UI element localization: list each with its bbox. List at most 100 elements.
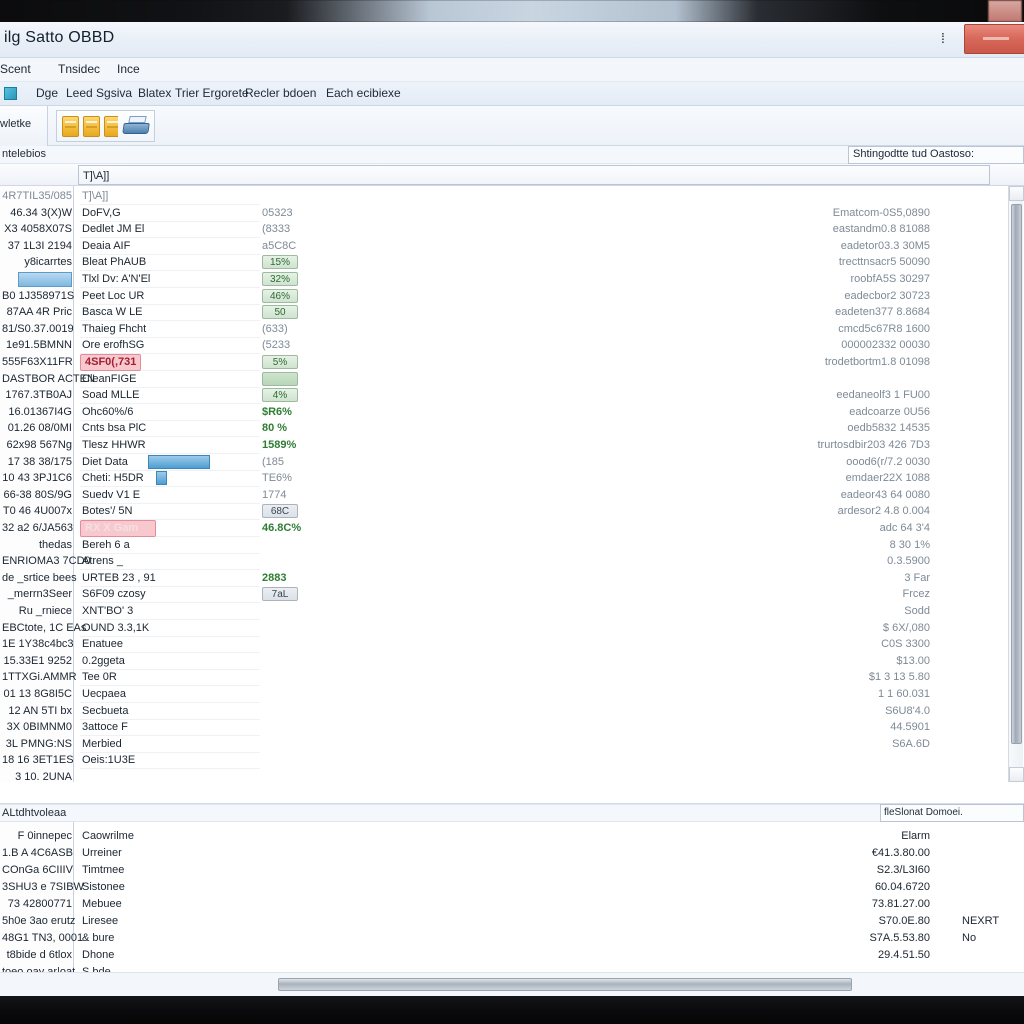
error-highlight-label-2[interactable]: RX X Gam: [80, 520, 156, 537]
table-row-label[interactable]: Uecpaea: [82, 688, 126, 701]
error-highlight-label[interactable]: 4SF0(,731: [80, 354, 142, 371]
table-row-id[interactable]: ENRIOMA3 7CD0: [2, 555, 91, 568]
main-grid-vertical-scrollbar[interactable]: [1008, 186, 1024, 782]
table-row-id[interactable]: 1E 1Y38c4bc3: [2, 638, 74, 651]
scroll-up-arrow-icon[interactable]: [1009, 186, 1024, 201]
table-row-label[interactable]: Cnts bsa PlC: [82, 422, 146, 435]
table-row-label[interactable]: CleanFIGE: [82, 373, 136, 386]
table-row-label[interactable]: OUND 3.3,1K: [82, 622, 149, 635]
bottom-row-id[interactable]: 5h0e 3ao erutz: [2, 915, 75, 928]
table-row-label[interactable]: URTEB 23 , 91: [82, 572, 156, 585]
table-row-label[interactable]: Diet Data: [82, 456, 128, 469]
table-row-id[interactable]: 3X 0BIMNM0: [2, 721, 72, 734]
table-row-id[interactable]: 17 38 38/175: [2, 456, 72, 469]
table-row-label[interactable]: 0.2ggeta: [82, 655, 125, 668]
menu-item-1[interactable]: Tnsidec: [58, 62, 100, 76]
status-badge[interactable]: 5%: [262, 355, 298, 369]
table-row-id[interactable]: 1TTXGi.AMMR: [2, 671, 77, 684]
table-row-label[interactable]: Enatuee: [82, 638, 123, 651]
table-row-id[interactable]: de _srtice bees: [2, 572, 77, 585]
table-row-id[interactable]: 37 1L3I 2194: [2, 240, 72, 253]
table-row-label[interactable]: Peet Loc UR: [82, 290, 144, 303]
horizontal-scrollbar[interactable]: [0, 972, 1024, 996]
status-badge[interactable]: 15%: [262, 255, 298, 270]
bottom-row-id[interactable]: 3SHU3 e 7SIBW: [2, 881, 84, 894]
main-grid-body[interactable]: 4R7TIL35/085 46.34 3(X)W X3 4058X07S 37 1L3…: [0, 186, 1024, 782]
table-row-id[interactable]: 555F63X11FR: [2, 356, 73, 369]
table-row-id[interactable]: 32 a2 6/JA563: [2, 522, 73, 535]
table-row-id[interactable]: y8icarrtes: [2, 256, 72, 269]
menu-item-5[interactable]: Each ecibiexe: [326, 86, 401, 100]
table-row-label[interactable]: Soad MLLE: [82, 389, 139, 402]
card-icon-1[interactable]: [62, 115, 79, 137]
table-row-id[interactable]: 46.34 3(X)W: [2, 207, 72, 220]
table-row-id[interactable]: B0 1J358971S: [2, 290, 74, 303]
table-row-id[interactable]: 18 16 3ET1ES: [2, 754, 74, 767]
menu-item-0[interactable]: Dge: [36, 86, 58, 100]
bottom-row-label[interactable]: & bure: [82, 932, 114, 945]
table-row-label[interactable]: Tee 0R: [82, 671, 117, 684]
table-row-id[interactable]: 62x98 567Ng: [2, 439, 72, 452]
status-badge[interactable]: 4%: [262, 388, 298, 403]
window-close-button[interactable]: [964, 24, 1024, 54]
table-row-label[interactable]: XNT'BO' 3: [82, 605, 133, 618]
table-row-id[interactable]: 81/S0.37.0019: [2, 323, 74, 336]
table-row-label[interactable]: Oeis:1U3E: [82, 754, 135, 767]
bottom-row-label[interactable]: Mebuee: [82, 898, 122, 911]
table-row-id[interactable]: T0 46 4U007x: [2, 505, 72, 518]
table-row-label[interactable]: Deaia AIF: [82, 240, 130, 253]
table-row-id[interactable]: Ru _rniece: [2, 605, 72, 618]
bottom-row-label[interactable]: Liresee: [82, 915, 118, 928]
status-badge[interactable]: 50: [262, 305, 298, 320]
vertical-scrollbar-thumb[interactable]: [1011, 204, 1022, 744]
toolbar-tab[interactable]: wletke: [0, 106, 48, 146]
table-row-id[interactable]: 87AA 4R Pric: [2, 306, 72, 319]
table-row-label[interactable]: Suedv V1 E: [82, 489, 140, 502]
table-row-id[interactable]: 01.26 08/0MI: [2, 422, 72, 435]
bottom-row-label[interactable]: Sistonee: [82, 881, 125, 894]
table-row-label[interactable]: Tlxl Dv: A'N'El: [82, 273, 150, 286]
table-row-id[interactable]: thedas: [2, 539, 72, 552]
menu-item-3[interactable]: Trier Ergorete: [175, 86, 249, 100]
table-row-label[interactable]: Atrens _: [82, 555, 123, 568]
table-row-id[interactable]: 3L PMNG:NS: [2, 738, 72, 751]
status-badge[interactable]: 7aL: [262, 587, 298, 602]
table-row-id[interactable]: 10 43 3PJ1C6: [2, 472, 72, 485]
bottom-row-id[interactable]: t8bide d 6tlox: [2, 949, 72, 962]
table-row-id[interactable]: _merrn3Seer: [2, 588, 72, 601]
table-row-id[interactable]: X3 4058X07S: [2, 223, 72, 236]
table-row-label[interactable]: Ore erofhSG: [82, 339, 144, 352]
status-badge[interactable]: [262, 371, 298, 386]
table-row-label[interactable]: Secbueta: [82, 705, 128, 718]
table-row-id[interactable]: 4R7TIL35/085: [2, 190, 72, 203]
bottom-row-id[interactable]: 48G1 TN3, 0001: [2, 932, 83, 945]
table-row-id[interactable]: DASTBOR ACTEN: [2, 373, 95, 386]
table-row-id[interactable]: 66-38 80S/9G: [2, 489, 73, 502]
table-row-id[interactable]: 12 AN 5TI bx: [2, 705, 72, 718]
table-row-id[interactable]: 1767.3TB0AJ: [2, 389, 72, 402]
bottom-row-id[interactable]: COnGa 6CIIIV: [2, 864, 73, 877]
menu-item-4[interactable]: Recler bdoen: [245, 86, 316, 100]
status-blue-indicator[interactable]: [148, 454, 210, 469]
menu-item-0[interactable]: Scent: [0, 62, 31, 76]
table-row-label[interactable]: Tlesz HHWR: [82, 439, 146, 452]
table-row-label[interactable]: S6F09 czosy: [82, 588, 146, 601]
table-row-id[interactable]: 1e91.5BMNN: [2, 339, 72, 352]
menu-overflow-icon[interactable]: ⁞: [935, 31, 951, 47]
status-badge[interactable]: 68C: [262, 504, 298, 519]
card-icon-2[interactable]: [83, 115, 100, 137]
table-row-label[interactable]: Dedlet JM El: [82, 223, 144, 236]
table-row-label[interactable]: Cheti: H5DR: [82, 472, 144, 485]
bottom-data-grid[interactable]: F 0innepec 1.B A 4C6ASB COnGa 6CIIIV 3SHU3 …: [0, 822, 1024, 996]
selected-row-highlight[interactable]: [18, 272, 72, 287]
table-row-label[interactable]: Merbied: [82, 738, 122, 751]
bottom-row-id[interactable]: 1.B A 4C6ASB: [2, 847, 73, 860]
table-row-label[interactable]: Botes'/ 5N: [82, 505, 132, 518]
table-row-id[interactable]: 15.33E1 9252: [2, 655, 72, 668]
table-row-id[interactable]: 01 13 8G8I5C: [2, 688, 73, 701]
bottom-row-label[interactable]: Dhone: [82, 949, 114, 962]
menu-item-1[interactable]: Leed Sgsiva: [66, 86, 132, 100]
bottom-row-label[interactable]: Urreiner: [82, 847, 122, 860]
printer-icon[interactable]: [122, 116, 150, 136]
table-row-label[interactable]: DoFV,G: [82, 207, 121, 220]
